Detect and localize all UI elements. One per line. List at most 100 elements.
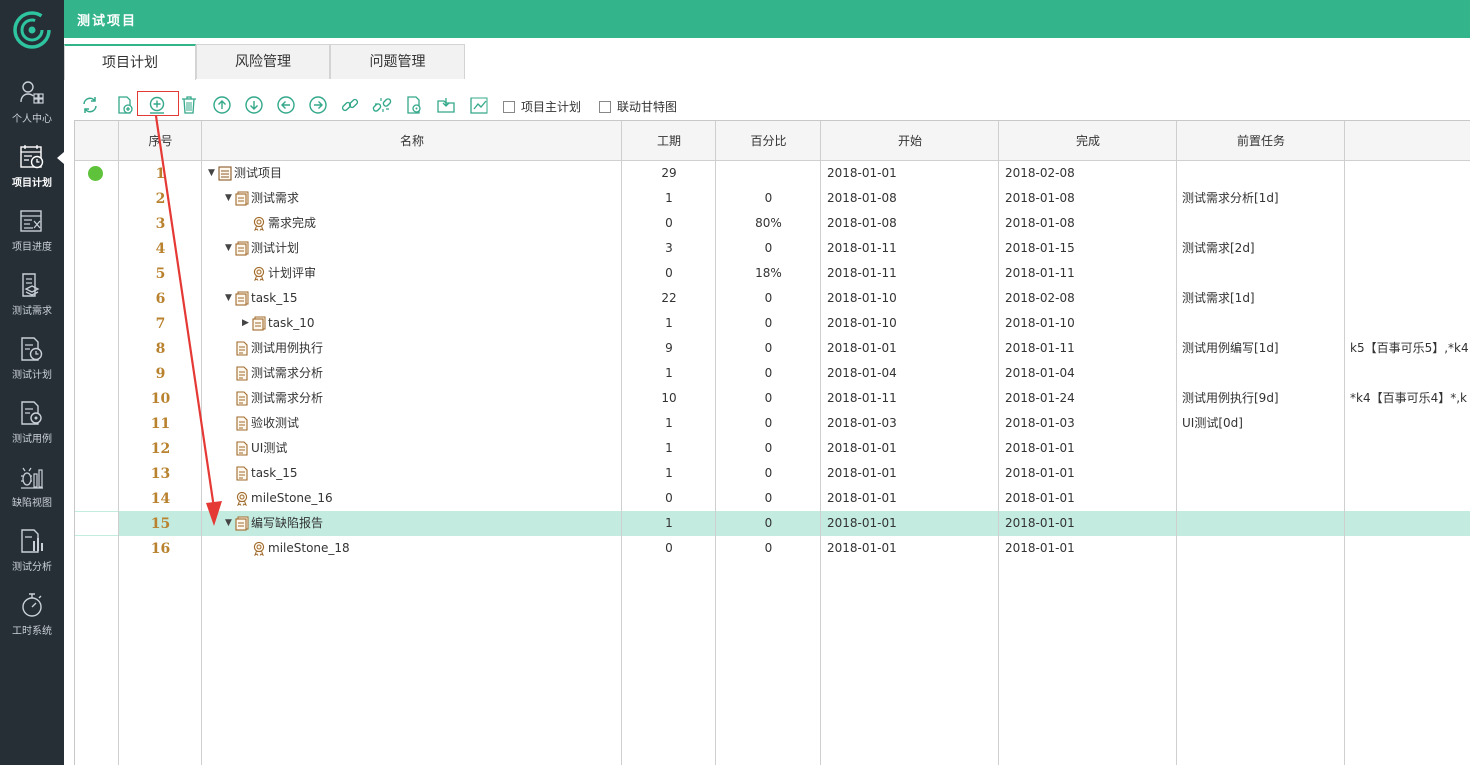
sidebar-item[interactable]: 项目计划 xyxy=(0,134,64,198)
sidebar-item[interactable]: 缺陷视图 xyxy=(0,454,64,518)
move-down-icon[interactable] xyxy=(244,95,264,115)
predecessor-cell[interactable]: 测试用例执行[9d] xyxy=(1182,386,1342,411)
column-header-predecessor[interactable]: 前置任务 xyxy=(1177,121,1345,161)
predecessor-cell[interactable]: UI测试[0d] xyxy=(1182,411,1342,436)
predecessor-cell[interactable] xyxy=(1182,161,1342,186)
duration-cell[interactable]: 0 xyxy=(622,486,716,511)
start-date-cell[interactable]: 2018-01-01 xyxy=(827,486,997,511)
task-name[interactable]: 测试需求 xyxy=(251,186,299,211)
chart-icon[interactable] xyxy=(469,95,489,115)
duration-cell[interactable]: 1 xyxy=(622,461,716,486)
finish-date-cell[interactable]: 2018-01-24 xyxy=(1005,386,1175,411)
sidebar-item[interactable]: 测试分析 xyxy=(0,518,64,582)
start-date-cell[interactable]: 2018-01-01 xyxy=(827,436,997,461)
collapse-toggle-icon[interactable]: ▼ xyxy=(208,161,218,186)
resource-cell[interactable] xyxy=(1350,511,1470,536)
start-date-cell[interactable]: 2018-01-01 xyxy=(827,336,997,361)
predecessor-cell[interactable] xyxy=(1182,311,1342,336)
column-header-duration[interactable]: 工期 xyxy=(622,121,716,161)
table-row[interactable]: 5 计划评审 0 18% 2018-01-11 2018-01-11 xyxy=(75,261,1470,286)
finish-date-cell[interactable]: 2018-01-01 xyxy=(1005,536,1175,561)
task-name[interactable]: 测试用例执行 xyxy=(251,336,323,361)
duration-cell[interactable]: 0 xyxy=(622,536,716,561)
start-date-cell[interactable]: 2018-01-03 xyxy=(827,411,997,436)
finish-date-cell[interactable]: 2018-01-01 xyxy=(1005,461,1175,486)
resource-cell[interactable] xyxy=(1350,211,1470,236)
finish-date-cell[interactable]: 2018-01-08 xyxy=(1005,211,1175,236)
finish-date-cell[interactable]: 2018-01-01 xyxy=(1005,436,1175,461)
sidebar-item[interactable]: 项目进度 xyxy=(0,198,64,262)
finish-date-cell[interactable]: 2018-01-04 xyxy=(1005,361,1175,386)
resource-cell[interactable] xyxy=(1350,436,1470,461)
task-name[interactable]: 验收测试 xyxy=(251,411,299,436)
predecessor-cell[interactable] xyxy=(1182,261,1342,286)
task-settings-icon[interactable] xyxy=(404,95,424,115)
resource-cell[interactable] xyxy=(1350,361,1470,386)
task-name[interactable]: task_15 xyxy=(251,461,298,486)
collapse-toggle-icon[interactable]: ▼ xyxy=(225,236,235,261)
resource-cell[interactable] xyxy=(1350,536,1470,561)
finish-date-cell[interactable]: 2018-01-08 xyxy=(1005,186,1175,211)
task-name[interactable]: 编写缺陷报告 xyxy=(251,511,323,536)
start-date-cell[interactable]: 2018-01-04 xyxy=(827,361,997,386)
refresh-icon[interactable] xyxy=(80,95,100,115)
start-date-cell[interactable]: 2018-01-11 xyxy=(827,236,997,261)
task-name[interactable]: 测试计划 xyxy=(251,236,299,261)
duration-cell[interactable]: 0 xyxy=(622,211,716,236)
sidebar-item[interactable]: 测试计划 xyxy=(0,326,64,390)
start-date-cell[interactable]: 2018-01-01 xyxy=(827,461,997,486)
finish-date-cell[interactable]: 2018-01-01 xyxy=(1005,511,1175,536)
finish-date-cell[interactable]: 2018-01-03 xyxy=(1005,411,1175,436)
table-row[interactable]: 12 UI测试 1 0 2018-01-01 2018-01-01 xyxy=(75,436,1470,461)
predecessor-cell[interactable]: 测试需求[2d] xyxy=(1182,236,1342,261)
duration-cell[interactable]: 1 xyxy=(622,311,716,336)
app-logo-icon[interactable] xyxy=(12,10,52,50)
duration-cell[interactable]: 1 xyxy=(622,436,716,461)
resource-cell[interactable] xyxy=(1350,461,1470,486)
finish-date-cell[interactable]: 2018-01-01 xyxy=(1005,486,1175,511)
column-header-resources[interactable] xyxy=(1345,121,1470,161)
table-row[interactable]: 9 测试需求分析 1 0 2018-01-04 2018-01-04 xyxy=(75,361,1470,386)
duration-cell[interactable]: 22 xyxy=(622,286,716,311)
duration-cell[interactable]: 10 xyxy=(622,386,716,411)
table-row[interactable]: 16 mileStone_18 0 0 2018-01-01 2018-01-01 xyxy=(75,536,1470,561)
percent-cell[interactable]: 0 xyxy=(716,386,821,411)
duration-cell[interactable]: 3 xyxy=(622,236,716,261)
tab-project-plan[interactable]: 项目计划 xyxy=(64,44,196,80)
task-name[interactable]: mileStone_16 xyxy=(251,486,333,511)
import-icon[interactable] xyxy=(436,95,456,115)
task-name[interactable]: 测试项目 xyxy=(234,161,282,186)
indent-icon[interactable] xyxy=(308,95,328,115)
start-date-cell[interactable]: 2018-01-10 xyxy=(827,311,997,336)
resource-cell[interactable] xyxy=(1350,286,1470,311)
predecessor-cell[interactable]: 测试需求[1d] xyxy=(1182,286,1342,311)
start-date-cell[interactable]: 2018-01-10 xyxy=(827,286,997,311)
percent-cell[interactable]: 0 xyxy=(716,236,821,261)
link-gantt-checkbox[interactable]: 联动甘特图 xyxy=(599,98,677,114)
table-row[interactable]: 7 ▶ task_10 1 0 2018-01-10 2018-01-10 xyxy=(75,311,1470,336)
duration-cell[interactable]: 29 xyxy=(622,161,716,186)
task-name[interactable]: task_10 xyxy=(268,311,315,336)
column-header-finish[interactable]: 完成 xyxy=(999,121,1177,161)
table-row[interactable]: 11 验收测试 1 0 2018-01-03 2018-01-03 UI测试[0d] xyxy=(75,411,1470,436)
outdent-icon[interactable] xyxy=(276,95,296,115)
predecessor-cell[interactable] xyxy=(1182,436,1342,461)
resource-cell[interactable] xyxy=(1350,236,1470,261)
percent-cell[interactable]: 80% xyxy=(716,211,821,236)
collapse-toggle-icon[interactable]: ▼ xyxy=(225,186,235,211)
duration-cell[interactable]: 1 xyxy=(622,186,716,211)
expand-toggle-icon[interactable]: ▶ xyxy=(242,311,252,336)
unlink-icon[interactable] xyxy=(372,95,392,115)
collapse-toggle-icon[interactable]: ▼ xyxy=(225,511,235,536)
sidebar-item[interactable]: 测试用例 xyxy=(0,390,64,454)
master-plan-checkbox[interactable]: 项目主计划 xyxy=(503,98,581,114)
finish-date-cell[interactable]: 2018-01-10 xyxy=(1005,311,1175,336)
predecessor-cell[interactable] xyxy=(1182,536,1342,561)
finish-date-cell[interactable]: 2018-01-11 xyxy=(1005,261,1175,286)
start-date-cell[interactable]: 2018-01-08 xyxy=(827,211,997,236)
task-name[interactable]: 需求完成 xyxy=(268,211,316,236)
column-header-seq[interactable]: 序号 xyxy=(119,121,202,161)
delete-icon[interactable] xyxy=(179,95,199,115)
sidebar-item[interactable]: 工时系统 xyxy=(0,582,64,646)
resource-cell[interactable] xyxy=(1350,261,1470,286)
